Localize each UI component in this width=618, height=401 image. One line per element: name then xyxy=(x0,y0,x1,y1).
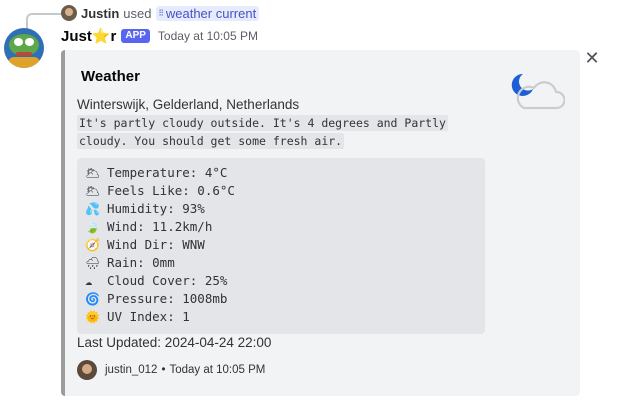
detail-feels-like: 🌥 Feels Like: 0.6°C xyxy=(85,183,235,198)
embed-footer: justin_012 • Today at 10:05 PM xyxy=(77,360,265,380)
embed-description: It's partly cloudy outside. It's 4 degre… xyxy=(77,114,477,150)
detail-rain: 🌧 Rain: 0mm xyxy=(85,255,175,270)
slash-command-icon: ⁝⁝ xyxy=(158,7,164,19)
footer-separator: • xyxy=(161,364,166,376)
command-mention[interactable]: ⁝⁝ weather current xyxy=(155,5,260,21)
footer-username: justin_012 xyxy=(105,364,158,376)
cloud-sun-icon: 🌥 xyxy=(85,184,101,198)
cyclone-icon: 🌀 xyxy=(85,292,100,306)
message-timestamp[interactable]: Today at 10:05 PM xyxy=(158,29,258,43)
moon-cloud-icon xyxy=(511,73,565,110)
reply-username[interactable]: Justin xyxy=(81,6,119,21)
weather-details-codeblock: 🌥 Temperature: 4°C 🌥 Feels Like: 0.6°C 💦 Hu… xyxy=(77,158,485,334)
footer-avatar xyxy=(77,360,97,380)
bot-avatar[interactable] xyxy=(4,28,44,68)
sun-face-icon: 🌞 xyxy=(85,310,100,324)
detail-pressure: 🌀 Pressure: 1008mb xyxy=(85,291,228,306)
footer-timestamp: Today at 10:05 PM xyxy=(169,364,266,376)
app-badge: APP xyxy=(121,29,150,43)
compass-icon: 🧭 xyxy=(85,238,100,252)
detail-cloud-cover: ☁ Cloud Cover: 25% xyxy=(85,273,228,288)
reply-connector xyxy=(26,13,62,31)
detail-uv-index: 🌞 UV Index: 1 xyxy=(85,309,190,324)
reply-user-avatar[interactable] xyxy=(61,5,77,21)
embed-location: Winterswijk, Gelderland, Netherlands xyxy=(77,97,300,112)
close-icon[interactable]: ✕ xyxy=(583,48,601,68)
embed-title: Weather xyxy=(81,68,140,85)
cloud-sun-icon: 🌥 xyxy=(85,166,101,180)
bot-username[interactable]: Just⭐r xyxy=(61,27,116,45)
cloud-icon: ☁ xyxy=(85,274,93,288)
droplets-icon: 💦 xyxy=(85,202,100,216)
description-text: It's partly cloudy outside. It's 4 degre… xyxy=(77,115,448,149)
detail-temperature: 🌥 Temperature: 4°C xyxy=(85,165,228,180)
leaf-icon: 🍃 xyxy=(85,220,100,234)
command-name: weather current xyxy=(165,5,257,21)
reply-used-text: used xyxy=(123,5,152,21)
weather-embed: Weather Winterswijk, Gelderland, Netherl… xyxy=(61,50,580,396)
command-reply-header: Justin used ⁝⁝ weather current xyxy=(61,4,260,22)
detail-wind: 🍃 Wind: 11.2km/h xyxy=(85,219,213,234)
detail-humidity: 💦 Humidity: 93% xyxy=(85,201,205,216)
detail-wind-dir: 🧭 Wind Dir: WNW xyxy=(85,237,205,252)
message-header: Just⭐r APP Today at 10:05 PM xyxy=(61,27,258,45)
rain-cloud-icon: 🌧 xyxy=(85,256,101,270)
last-updated: Last Updated: 2024-04-24 22:00 xyxy=(77,335,272,350)
